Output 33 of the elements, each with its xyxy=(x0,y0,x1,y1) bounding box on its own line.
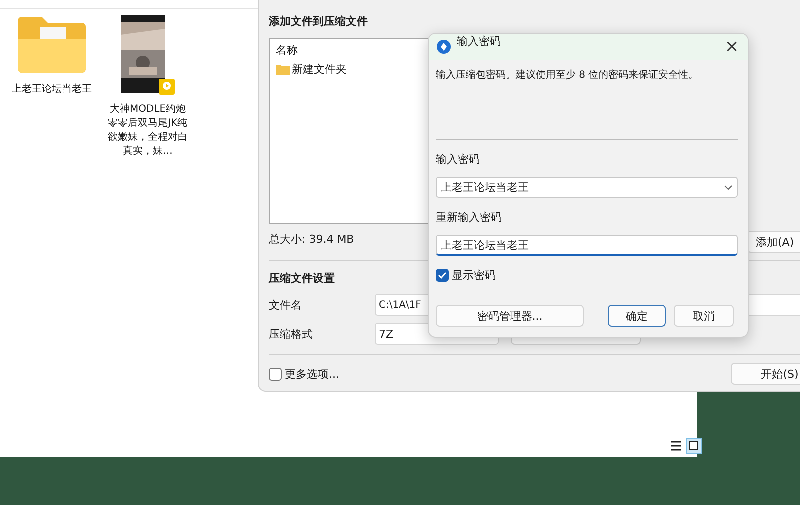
folder-icon xyxy=(276,64,290,75)
list-item[interactable]: 新建文件夹 xyxy=(292,62,347,77)
start-button[interactable]: 开始(S) xyxy=(731,363,800,385)
checkbox[interactable] xyxy=(269,368,282,380)
add-button[interactable]: 添加(A) xyxy=(747,231,800,253)
app-icon xyxy=(437,40,451,54)
dialog-title: 输入密码 xyxy=(457,34,501,49)
check-icon xyxy=(438,272,447,279)
section-title: 添加文件到压缩文件 xyxy=(269,14,368,29)
password-field[interactable]: 上老王论坛当老王 xyxy=(436,177,738,198)
section-title: 压缩文件设置 xyxy=(269,271,335,286)
field-label: 重新输入密码 xyxy=(436,210,503,225)
folder-icon xyxy=(16,15,88,75)
file-name-label: 大神MODLE约炮零零后双马尾JK纯欲嫩妹，全程对白真实，妹... xyxy=(107,103,189,159)
total-size: 总大小: 39.4 MB xyxy=(269,232,354,247)
tile-view-icon[interactable] xyxy=(686,438,702,454)
field-label: 压缩格式 xyxy=(269,326,314,342)
checkbox[interactable] xyxy=(436,269,449,282)
field-label: 输入密码 xyxy=(436,152,481,167)
ok-button[interactable]: 确定 xyxy=(608,305,666,327)
list-view-icon[interactable] xyxy=(670,441,682,451)
file-name-label: 上老王论坛当老王 xyxy=(11,83,93,97)
close-button[interactable]: × xyxy=(724,39,740,55)
checkbox-label: 更多选项... xyxy=(285,366,340,382)
column-header: 名称 xyxy=(276,43,298,58)
field-label: 文件名 xyxy=(269,298,303,312)
cancel-button[interactable]: 取消 xyxy=(674,305,734,327)
player-icon xyxy=(159,79,175,95)
chevron-down-icon xyxy=(724,184,733,190)
password-manager-button[interactable]: 密码管理器... xyxy=(436,305,584,327)
checkbox-label: 显示密码 xyxy=(452,268,496,283)
confirm-password-field[interactable]: 上老王论坛当老王 xyxy=(436,235,738,256)
hint-text: 输入压缩包密码。建议使用至少 8 位的密码来保证安全性。 xyxy=(436,68,699,82)
